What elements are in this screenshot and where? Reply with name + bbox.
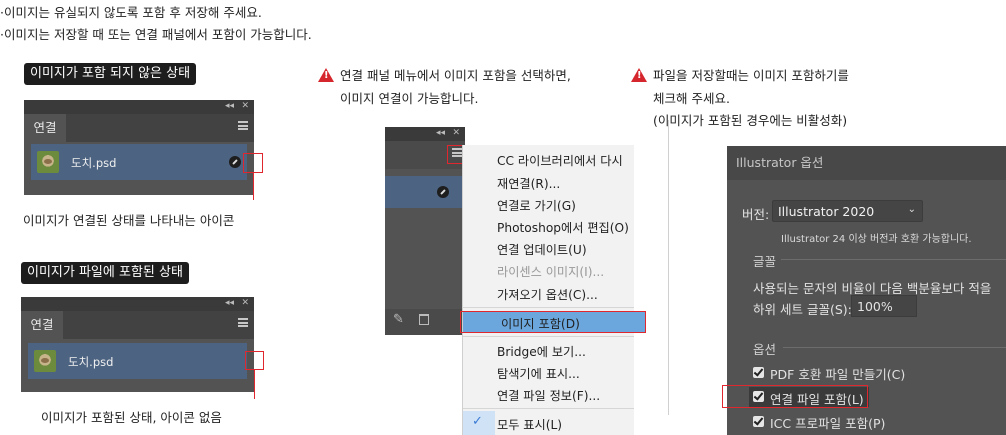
panel-tabbar: 연결 bbox=[21, 311, 254, 339]
collapse-icon[interactable]: ◂◂ bbox=[436, 128, 445, 138]
options-group-label: 옵션 bbox=[753, 342, 777, 357]
section-b-label: 이미지가 파일에 포함된 상태 bbox=[21, 262, 189, 284]
pencil-icon[interactable]: ✎ bbox=[393, 312, 404, 327]
version-select[interactable]: Illustrator 2020 ⌄ bbox=[772, 200, 923, 222]
middle-note-line-1: 연결 패널 메뉴에서 이미지 포함을 선택하면, bbox=[318, 65, 571, 84]
divider bbox=[668, 120, 669, 415]
version-label: 버전: bbox=[742, 207, 770, 222]
pdf-compatible-checkbox[interactable] bbox=[753, 367, 764, 378]
menu-item-import-options[interactable]: 가져오기 옵션(C)... bbox=[497, 285, 598, 303]
warning-icon bbox=[318, 68, 334, 82]
link-row[interactable]: 도치.psd bbox=[31, 144, 247, 180]
dialog-title: Illustrator 옵션 bbox=[727, 146, 1006, 180]
link-row[interactable] bbox=[385, 176, 465, 208]
intro-line-2: ·이미지는 저장할 때 또는 연결 패널에서 포함이 가능합니다. bbox=[0, 27, 312, 42]
callout-line bbox=[253, 173, 254, 200]
tab-links[interactable]: 연결 bbox=[24, 114, 66, 142]
trash-icon[interactable] bbox=[419, 314, 429, 325]
fonts-group-label: 글꼴 bbox=[753, 254, 777, 269]
image-thumbnail bbox=[34, 350, 56, 372]
icc-profile-checkbox[interactable] bbox=[753, 416, 764, 427]
subset-input[interactable]: 100% bbox=[851, 295, 917, 317]
section-a-label: 이미지가 포함 되지 않은 상태 bbox=[24, 63, 197, 85]
right-note-line-3: (이미지가 포함된 경우에는 비활성화) bbox=[653, 113, 848, 128]
version-note: Illustrator 24 이상 버전과 호환 가능합니다. bbox=[781, 234, 972, 245]
links-panel-embedded: ◂◂ ✕ 연결 도치.psd bbox=[21, 297, 254, 392]
menu-item-reveal-explorer[interactable]: 탐색기에 표시... bbox=[497, 364, 580, 382]
menu-item-relink[interactable]: 재연결(R)... bbox=[497, 174, 560, 192]
link-row[interactable]: 도치.psd bbox=[28, 343, 247, 379]
link-filename: 도치.psd bbox=[71, 156, 117, 170]
menu-item-update-link[interactable]: 연결 업데이트(U) bbox=[497, 240, 587, 258]
tab-links[interactable]: 연결 bbox=[21, 311, 63, 339]
menu-item-reveal-bridge[interactable]: Bridge에 보기... bbox=[497, 342, 586, 360]
right-note-line-2: 체크해 주세요. bbox=[653, 91, 730, 106]
group-divider bbox=[781, 259, 1006, 260]
close-icon[interactable]: ✕ bbox=[241, 298, 249, 308]
close-icon[interactable]: ✕ bbox=[452, 128, 460, 138]
check-gutter: ✓ bbox=[463, 411, 495, 435]
right-note-line-1: 파일을 저장할때는 이미지 포함하기를 bbox=[631, 65, 849, 84]
panel-tabbar: 연결 bbox=[24, 114, 254, 142]
panel-menu-icon[interactable] bbox=[238, 318, 248, 327]
pdf-compatible-label: PDF 호환 파일 만들기(C) bbox=[770, 367, 906, 382]
panel-titlebar: ◂◂ ✕ bbox=[21, 297, 254, 311]
warning-icon bbox=[631, 68, 647, 82]
middle-note-line-2: 이미지 연결이 가능합니다. bbox=[340, 91, 479, 106]
link-chain-icon[interactable] bbox=[229, 156, 241, 168]
highlight-box-no-icon bbox=[245, 351, 264, 370]
section-a-caption: 이미지가 연결된 상태를 나타내는 아이콘 bbox=[23, 213, 235, 228]
highlight-box-embed-checkbox bbox=[722, 385, 868, 408]
callout-line bbox=[254, 370, 255, 399]
menu-separator bbox=[463, 307, 634, 308]
menu-item-link-info[interactable]: 연결 파일 정보(F)... bbox=[497, 386, 600, 404]
highlight-box-link-icon bbox=[243, 153, 263, 173]
menu-item-go-to-link[interactable]: 연결로 가기(G) bbox=[497, 196, 576, 214]
panel-titlebar: ◂◂ ✕ bbox=[385, 127, 465, 141]
intro-line-1: ·이미지는 유실되지 않도록 포함 후 저장해 주세요. bbox=[0, 5, 262, 20]
menu-item-license-image: 라이센스 이미지(I)... bbox=[497, 265, 605, 279]
menu-separator bbox=[463, 408, 634, 409]
panel-titlebar: ◂◂ ✕ bbox=[24, 100, 254, 114]
collapse-icon[interactable]: ◂◂ bbox=[225, 298, 234, 308]
menu-item-edit-photoshop[interactable]: Photoshop에서 편집(O) bbox=[497, 218, 629, 236]
highlight-box-embed-item bbox=[460, 311, 646, 333]
panel-footer: ✎ bbox=[385, 309, 465, 335]
menu-item-show-all[interactable]: 모두 표시(L) bbox=[497, 415, 562, 433]
collapse-icon[interactable]: ◂◂ bbox=[225, 101, 234, 111]
subset-label: 하위 세트 글꼴(S): bbox=[753, 302, 852, 317]
link-chain-icon[interactable] bbox=[437, 186, 449, 198]
close-icon[interactable]: ✕ bbox=[241, 101, 249, 111]
section-b-caption: 이미지가 포함된 상태, 아이콘 없음 bbox=[41, 410, 222, 425]
links-panel-linked: ◂◂ ✕ 연결 도치.psd bbox=[24, 100, 254, 195]
image-thumbnail bbox=[37, 151, 59, 173]
group-divider bbox=[783, 347, 1006, 348]
chevron-down-icon: ⌄ bbox=[907, 204, 916, 215]
check-icon: ✓ bbox=[472, 414, 483, 429]
menu-item-cc-library[interactable]: CC 라이브러리에서 다시 bbox=[497, 151, 623, 169]
link-filename: 도치.psd bbox=[68, 355, 114, 369]
icc-profile-label: ICC 프로파일 포함(P) bbox=[770, 416, 886, 431]
menu-separator bbox=[463, 336, 634, 337]
panel-menu-icon[interactable] bbox=[238, 121, 248, 130]
panel-flyout-menu: CC 라이브러리에서 다시 재연결(R)... 연결로 가기(G) Photos… bbox=[462, 145, 645, 435]
subset-value: 100% bbox=[857, 299, 893, 314]
version-value: Illustrator 2020 bbox=[778, 204, 875, 219]
